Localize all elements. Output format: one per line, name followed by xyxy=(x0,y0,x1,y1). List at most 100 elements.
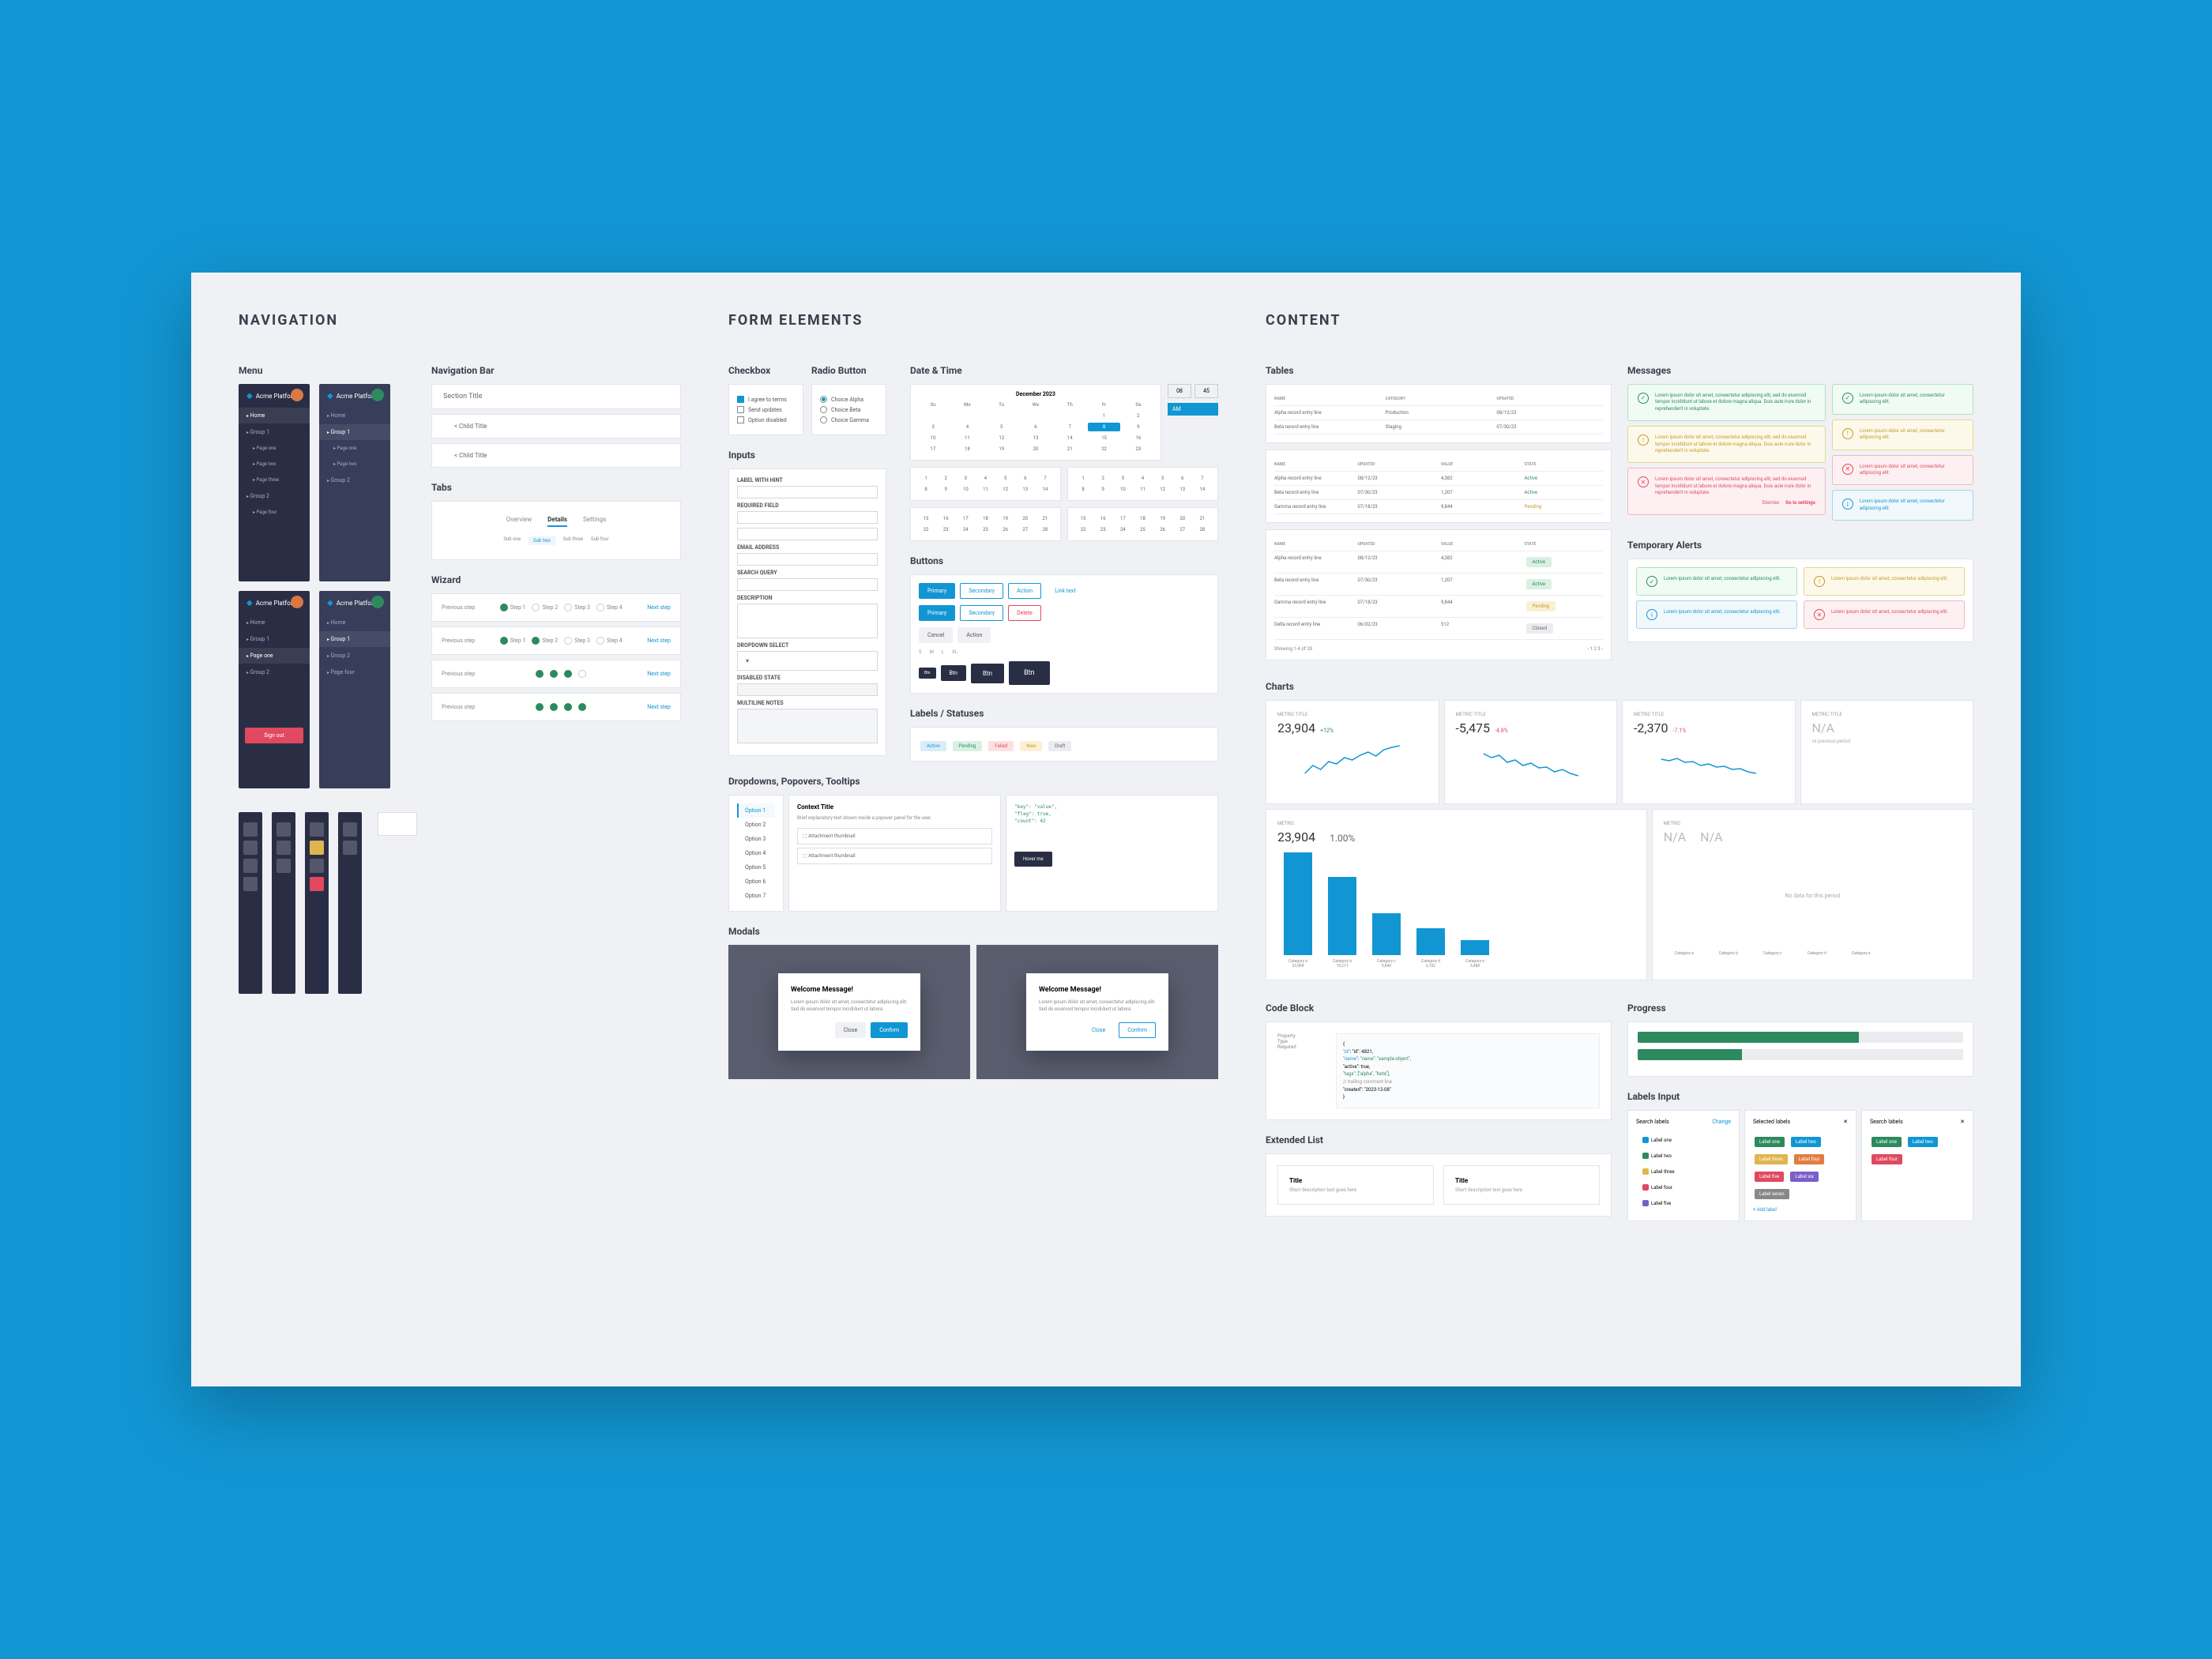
subtab[interactable]: Sub one xyxy=(503,536,521,545)
settings-icon[interactable] xyxy=(243,859,258,873)
logout-button[interactable]: Sign out xyxy=(245,728,303,743)
alert-icon[interactable] xyxy=(310,877,324,891)
menu-item-sub[interactable]: Page two xyxy=(239,457,310,472)
size-button[interactable]: Btn xyxy=(919,668,936,679)
size-button[interactable]: Btn xyxy=(971,664,1004,683)
primary-button[interactable]: Primary xyxy=(919,583,955,599)
settings-link[interactable]: Go to settings xyxy=(1785,500,1815,506)
bell-icon[interactable] xyxy=(276,859,291,873)
calendar-alt[interactable]: 1234567891011121314 xyxy=(910,467,1061,501)
home-icon[interactable] xyxy=(310,822,324,837)
menu-item[interactable]: Group 1 xyxy=(319,424,390,440)
dropdown-item[interactable]: Option 5 xyxy=(737,860,775,875)
ampm-toggle[interactable]: AM xyxy=(1168,403,1218,416)
menu-item-sub[interactable]: Page one xyxy=(239,441,310,456)
light-button[interactable]: Cancel xyxy=(919,627,953,643)
menu-item[interactable]: Home xyxy=(319,408,390,423)
light-button[interactable]: Action xyxy=(957,627,991,643)
add-label-link[interactable]: + Add label xyxy=(1753,1207,1848,1213)
calendar-alt[interactable]: 1516171819202122232425262728 xyxy=(910,507,1061,541)
subtab[interactable]: Sub three xyxy=(563,536,583,545)
menu-item-sub[interactable]: Page two xyxy=(319,457,390,472)
home-icon[interactable] xyxy=(243,822,258,837)
radio[interactable] xyxy=(820,416,827,423)
menu-item[interactable]: Group 1 xyxy=(319,631,390,647)
text-input[interactable] xyxy=(737,528,878,540)
avatar[interactable] xyxy=(371,389,384,401)
menu-item-group[interactable]: Group 1 xyxy=(239,424,310,440)
outline-button[interactable]: Action xyxy=(1008,583,1041,599)
menu-item[interactable]: Page one xyxy=(239,648,310,664)
tab-details[interactable]: Details xyxy=(547,516,567,527)
wizard-prev-link[interactable]: Previous step xyxy=(442,604,475,611)
menu-item-sub[interactable]: Page three xyxy=(239,472,310,487)
user-icon[interactable] xyxy=(243,877,258,891)
modal-cancel-button[interactable]: Close xyxy=(1083,1022,1115,1038)
star-icon[interactable] xyxy=(276,841,291,855)
radio[interactable] xyxy=(820,396,827,403)
close-icon[interactable]: ✕ xyxy=(1960,1119,1965,1125)
outline-button[interactable]: Secondary xyxy=(960,583,1003,599)
checkbox[interactable] xyxy=(737,406,744,413)
avatar[interactable] xyxy=(291,596,303,608)
menu-item[interactable]: Group 1 xyxy=(239,631,310,647)
subtab[interactable]: Sub two xyxy=(529,536,555,545)
list-card[interactable]: TitleShort description text goes here xyxy=(1443,1165,1600,1205)
dropdown-item[interactable]: Option 1 xyxy=(737,803,775,818)
textarea[interactable] xyxy=(737,604,878,638)
dropdown-item[interactable]: Option 6 xyxy=(737,875,775,889)
menu-item[interactable]: Home xyxy=(239,615,310,630)
home-icon[interactable] xyxy=(343,822,357,837)
list-icon[interactable] xyxy=(343,841,357,855)
warning-icon[interactable] xyxy=(310,841,324,855)
menu-item[interactable]: Home xyxy=(319,615,390,630)
calendar-alt[interactable]: 1234567891011121314 xyxy=(1067,467,1218,501)
menu-item[interactable]: Page four xyxy=(319,664,390,680)
checkbox[interactable] xyxy=(737,396,744,403)
radio[interactable] xyxy=(820,406,827,413)
text-input[interactable] xyxy=(737,511,878,524)
tooltip-example[interactable]: Hover me xyxy=(1014,852,1052,867)
email-input[interactable] xyxy=(737,553,878,566)
dismiss-link[interactable]: Dismiss xyxy=(1762,500,1779,506)
dropdown-item[interactable]: Option 7 xyxy=(737,889,775,903)
select-input[interactable]: ▾ xyxy=(737,651,878,671)
link-button[interactable]: Link text xyxy=(1046,583,1084,599)
dropdown-item[interactable]: Option 2 xyxy=(737,818,775,832)
calendar[interactable]: December 2023 SuMoTuWeThFrSa 12 3456789 … xyxy=(910,384,1161,461)
calendar-alt[interactable]: 1516171819202122232425262728 xyxy=(1067,507,1218,541)
primary-button[interactable]: Primary xyxy=(919,605,955,621)
modal-ok-button[interactable]: Confirm xyxy=(871,1022,908,1038)
close-icon[interactable]: ✕ xyxy=(1843,1119,1848,1125)
menu-item-group[interactable]: Group 2 xyxy=(239,488,310,504)
size-button[interactable]: Btn xyxy=(941,665,967,681)
list-icon[interactable] xyxy=(310,859,324,873)
menu-item-home[interactable]: Home xyxy=(239,408,310,423)
breadcrumb[interactable]: < Child Title xyxy=(431,414,681,438)
dropdown-item[interactable]: Option 4 xyxy=(737,846,775,860)
textarea[interactable] xyxy=(737,709,878,743)
menu-item[interactable]: Group 2 xyxy=(319,472,390,488)
text-input[interactable] xyxy=(737,486,878,498)
breadcrumb[interactable]: < Child Title xyxy=(431,443,681,468)
modal-cancel-button[interactable]: Close xyxy=(835,1022,867,1038)
pagination-controls[interactable]: ‹ 1 2 3 › xyxy=(1587,646,1603,652)
menu-item[interactable]: Group 2 xyxy=(239,664,310,680)
avatar[interactable] xyxy=(371,596,384,608)
code-content[interactable]: { "id": "id": 4821, "name": "name": "sam… xyxy=(1336,1033,1600,1108)
modal-ok-button[interactable]: Confirm xyxy=(1119,1022,1156,1038)
tab-overview[interactable]: Overview xyxy=(506,516,532,527)
home-icon[interactable] xyxy=(276,822,291,837)
menu-item-sub[interactable]: Page one xyxy=(319,441,390,456)
avatar[interactable] xyxy=(291,389,303,401)
search-input[interactable] xyxy=(737,578,878,591)
danger-outline-button[interactable]: Delete xyxy=(1008,605,1041,621)
outline-button[interactable]: Secondary xyxy=(960,605,1003,621)
list-card[interactable]: TitleShort description text goes here xyxy=(1277,1165,1434,1205)
subtab[interactable]: Sub four xyxy=(591,536,609,545)
wizard-next-link[interactable]: Next step xyxy=(647,604,671,611)
size-button[interactable]: Btn xyxy=(1009,661,1050,685)
dropdown-item[interactable]: Option 3 xyxy=(737,832,775,846)
menu-item-sub[interactable]: Page four xyxy=(239,505,310,520)
tab-settings[interactable]: Settings xyxy=(583,516,606,527)
